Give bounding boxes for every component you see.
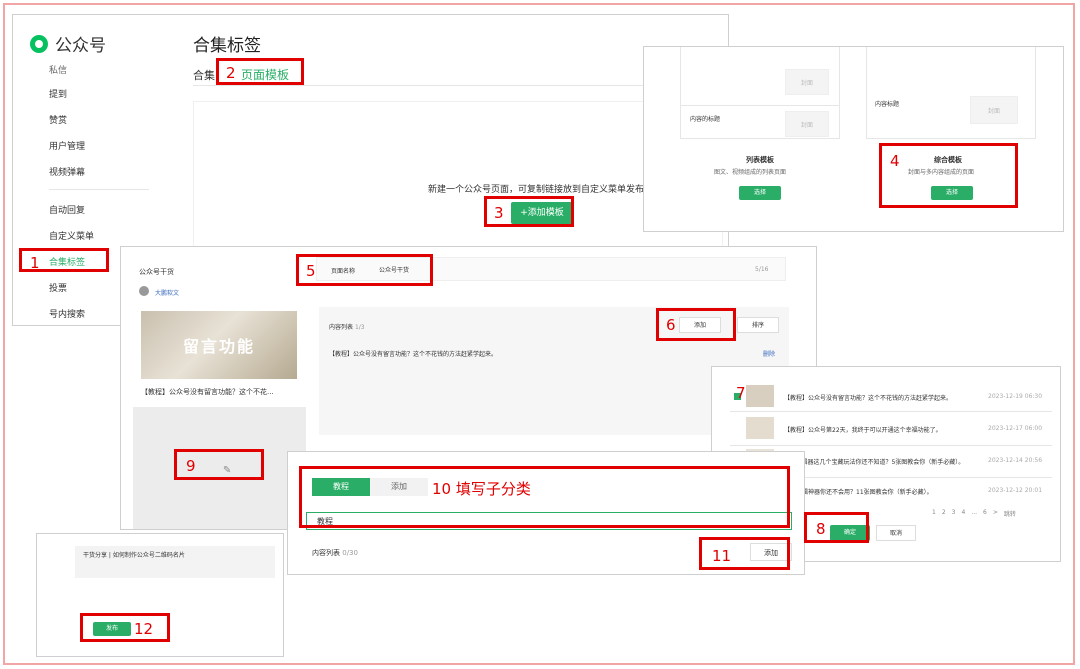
page-jump[interactable]: 跳转 — [1004, 509, 1016, 518]
annotation-number-7: 7 — [736, 384, 746, 402]
content-list-count: 1/3 — [354, 324, 365, 331]
preview-title: 公众号干货 — [139, 268, 174, 276]
cover-placeholder: 封面 — [970, 96, 1018, 124]
annotation-number-12: 12 — [134, 620, 154, 638]
annotation-box-12 — [80, 613, 170, 642]
page-name-counter: 5/16 — [755, 266, 769, 273]
article-thumbnail: 留言功能 — [141, 311, 297, 379]
cancel-button[interactable]: 取消 — [876, 525, 916, 541]
annotation-label-10: 10 填写子分类 — [432, 480, 531, 498]
content-list-label: 内容列表 1/3 — [329, 324, 365, 331]
annotation-number-1: 1 — [30, 254, 40, 272]
page-next[interactable]: > — [993, 509, 998, 518]
annotation-number-3: 3 — [494, 204, 504, 222]
article-date: 2023-12-12 20:01 — [988, 487, 1043, 494]
annotation-box-10 — [299, 466, 790, 528]
content-title-1: 内容的标题 — [690, 116, 721, 123]
pagination: 1 2 3 4 ... 6 > 跳转 — [932, 509, 1016, 518]
logo: 公众号 — [29, 31, 106, 56]
annotation-box-8 — [804, 512, 869, 543]
annotation-number-8: 8 — [816, 520, 826, 538]
annotation-box-4 — [879, 143, 1018, 208]
annotation-number-9: 9 — [186, 457, 196, 475]
phone-preview: 公众号干货 大鹏软文 留言功能 【教程】公众号没有留言功能？这个不花... ✎ — [133, 257, 306, 529]
sort-button[interactable]: 排序 — [737, 317, 779, 333]
article-title[interactable]: 这个编辑神器你还不会用？11张图教会你（新手必藏）。 — [784, 487, 933, 496]
sidebar-item-private[interactable]: 私信 — [49, 63, 67, 76]
page-4[interactable]: 4 — [961, 509, 965, 518]
page-title: 合集标签 — [193, 36, 261, 56]
article-date: 2023-12-17 06:00 — [988, 425, 1043, 432]
article-date: 2023-12-19 06:30 — [988, 393, 1043, 400]
sidebar-item-danmaku[interactable]: 视频弹幕 — [49, 165, 85, 178]
content-list-label: 内容列表 0/30 — [312, 549, 358, 557]
delete-link[interactable]: 删除 — [763, 349, 775, 358]
content-list-count: 0/30 — [342, 549, 358, 557]
page-2[interactable]: 2 — [942, 509, 946, 518]
list-template-title: 列表模板 — [746, 156, 774, 164]
list-item: 【教程】公众号没有留言功能？这个不花钱的方法赶紧学起来。 — [329, 351, 498, 358]
wechat-logo-icon — [30, 34, 48, 53]
sidebar-item-search[interactable]: 号内搜索 — [49, 307, 85, 320]
empty-text: 新建一个公众号页面，可复制链接放到自定义菜单发布 — [428, 185, 645, 195]
annotation-number-11: 11 — [712, 547, 732, 565]
annotation-number-4: 4 — [890, 152, 900, 170]
author-name: 大鹏软文 — [155, 290, 180, 297]
page-ellipsis: ... — [971, 509, 978, 516]
article-thumb — [746, 385, 774, 407]
article-text: 干货分享 | 如何制作公众号二维码名片 — [83, 552, 185, 559]
article-title[interactable]: 【教程】公众号没有留言功能？这个不花钱的方法赶紧学起来。 — [784, 393, 952, 402]
annotation-box-5 — [296, 254, 433, 286]
thumbnail-text: 留言功能 — [182, 337, 255, 356]
content-title-2: 内容标题 — [875, 101, 900, 108]
page-1[interactable]: 1 — [932, 509, 936, 518]
annotation-number-6: 6 — [666, 316, 676, 334]
annotation-number-5: 5 — [306, 262, 316, 280]
cover-placeholder: 封面 — [785, 69, 829, 95]
combo-template-preview — [866, 47, 1036, 139]
article-title[interactable]: 【教程】公众号第22天，我终于可以开通这个幸福功能了。 — [784, 425, 942, 434]
sidebar-item-users[interactable]: 用户管理 — [49, 139, 85, 152]
sidebar-item-autoreply[interactable]: 自动回复 — [49, 203, 85, 216]
article-title[interactable]: 135编辑器这几个宝藏玩法你还不知道？5张图教会你（新手必藏）。 — [784, 457, 964, 466]
logo-text: 公众号 — [55, 36, 106, 56]
sidebar-item-mentions[interactable]: 提到 — [49, 87, 67, 100]
list-template-desc: 图文、视频组成的列表页面 — [714, 169, 787, 176]
sidebar-item-custom-menu[interactable]: 自定义菜单 — [49, 229, 94, 242]
select-list-template-button[interactable]: 选择 — [739, 186, 781, 200]
page-3[interactable]: 3 — [952, 509, 956, 518]
cover-placeholder: 封面 — [785, 111, 829, 137]
page-6[interactable]: 6 — [983, 509, 987, 518]
article-date: 2023-12-14 20:56 — [988, 457, 1043, 464]
article-thumb — [746, 417, 774, 439]
sidebar-item-vote[interactable]: 投票 — [49, 281, 67, 294]
annotation-number-2: 2 — [226, 64, 236, 82]
article-caption: 【教程】公众号没有留言功能？这个不花... — [141, 388, 274, 396]
author-avatar — [139, 286, 149, 296]
tab-prefix[interactable]: 合集 — [193, 67, 215, 83]
sidebar-item-appreciation[interactable]: 赞赏 — [49, 113, 67, 126]
